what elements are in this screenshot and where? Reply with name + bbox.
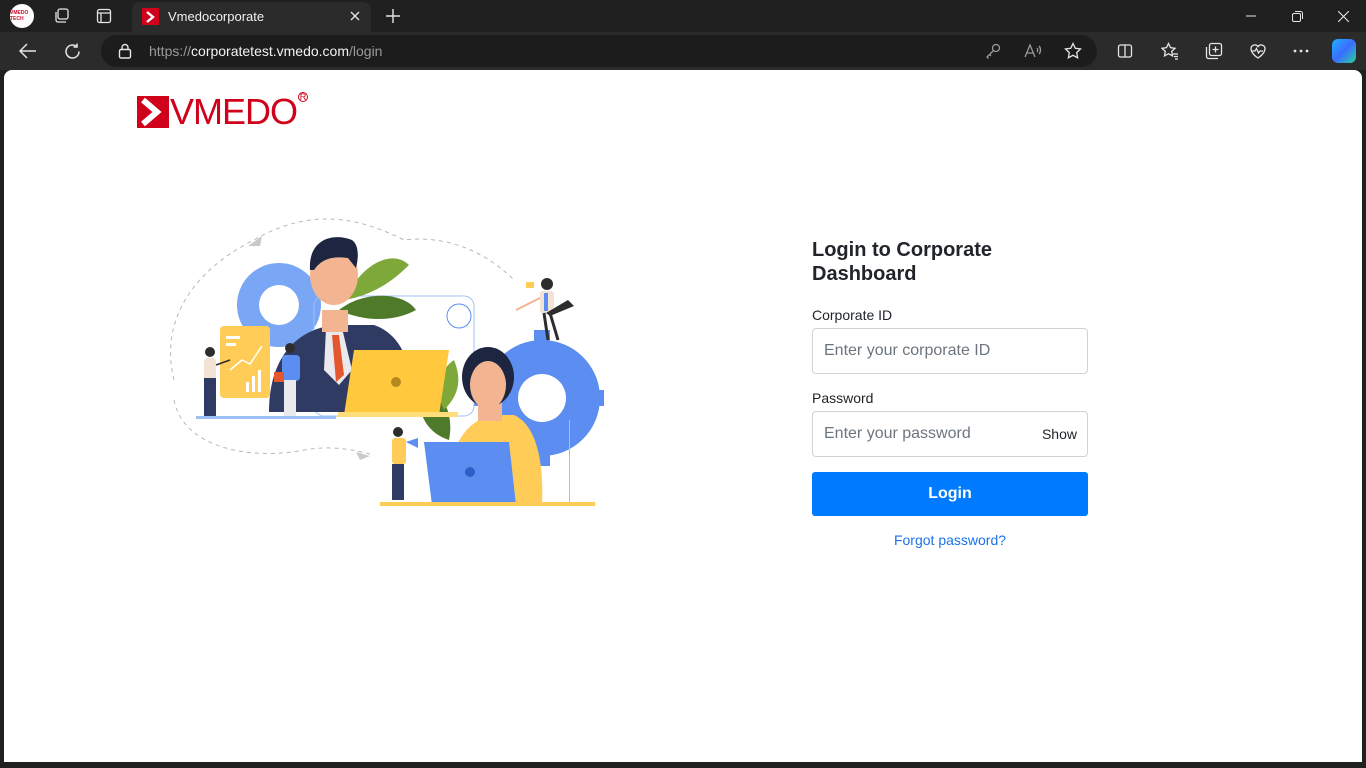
close-tab-icon[interactable] — [347, 8, 363, 24]
collections-icon[interactable] — [1204, 41, 1224, 61]
password-label: Password — [812, 390, 874, 406]
logo-chevron-icon — [137, 96, 169, 128]
forgot-password-link[interactable]: Forgot password? — [812, 532, 1088, 548]
restore-icon[interactable] — [1274, 0, 1320, 32]
url-path: /login — [349, 43, 383, 59]
split-screen-icon[interactable] — [1115, 41, 1135, 61]
corporate-id-label: Corporate ID — [812, 307, 893, 323]
show-password-toggle[interactable]: Show — [1042, 426, 1077, 442]
active-tab[interactable]: Vmedocorporate — [132, 2, 371, 32]
url-host: corporatetest.vmedo.com — [191, 43, 349, 59]
profile-label: VMEDO TECH — [10, 10, 29, 22]
profile-avatar[interactable]: VMEDO TECH — [10, 4, 34, 28]
address-bar[interactable]: https://corporatetest.vmedo.com/login — [101, 35, 1097, 67]
url-scheme: https:// — [149, 43, 192, 59]
back-arrow-icon[interactable] — [15, 39, 41, 63]
close-window-icon[interactable] — [1320, 0, 1366, 32]
corporate-id-field-wrapper — [812, 328, 1088, 374]
browser-essentials-icon[interactable] — [1248, 41, 1268, 61]
tab-title: Vmedocorporate — [168, 9, 265, 24]
password-field-wrapper: Show — [812, 411, 1088, 457]
tab-actions-icon[interactable] — [94, 6, 114, 26]
login-form: Login to Corporate Dashboard Corporate I… — [812, 238, 1088, 548]
login-title: Login to Corporate Dashboard — [812, 239, 992, 285]
key-icon[interactable] — [984, 42, 1002, 60]
favorites-icon[interactable] — [1160, 41, 1180, 61]
new-tab-icon[interactable] — [382, 5, 404, 27]
registered-mark: R — [298, 92, 309, 102]
refresh-icon[interactable] — [59, 39, 85, 63]
url-text[interactable]: https://corporatetest.vmedo.com/login — [149, 43, 382, 59]
browser-toolbar: https://corporatetest.vmedo.com/login — [0, 32, 1366, 70]
more-menu-icon[interactable] — [1291, 41, 1311, 61]
read-aloud-icon[interactable] — [1024, 42, 1042, 60]
browser-titlebar: VMEDO TECH Vmedocorporate — [0, 0, 1366, 32]
favorite-star-icon[interactable] — [1064, 42, 1082, 60]
minimize-icon[interactable] — [1228, 0, 1274, 32]
vmedo-logo[interactable]: VMEDO R — [137, 91, 309, 132]
copilot-icon[interactable] — [1332, 39, 1356, 63]
lock-icon[interactable] — [118, 43, 132, 59]
workspaces-icon[interactable] — [52, 6, 72, 26]
login-button[interactable]: Login — [812, 472, 1088, 516]
page-viewport: VMEDO R Login to Corporate Dashboard Cor… — [4, 70, 1362, 762]
corporate-id-input[interactable] — [813, 329, 1087, 373]
dashboard-illustration — [170, 218, 604, 506]
vmedo-favicon-icon — [142, 8, 159, 25]
window-bottom-edge — [0, 762, 1366, 768]
logo-text: VMEDO — [170, 91, 298, 132]
